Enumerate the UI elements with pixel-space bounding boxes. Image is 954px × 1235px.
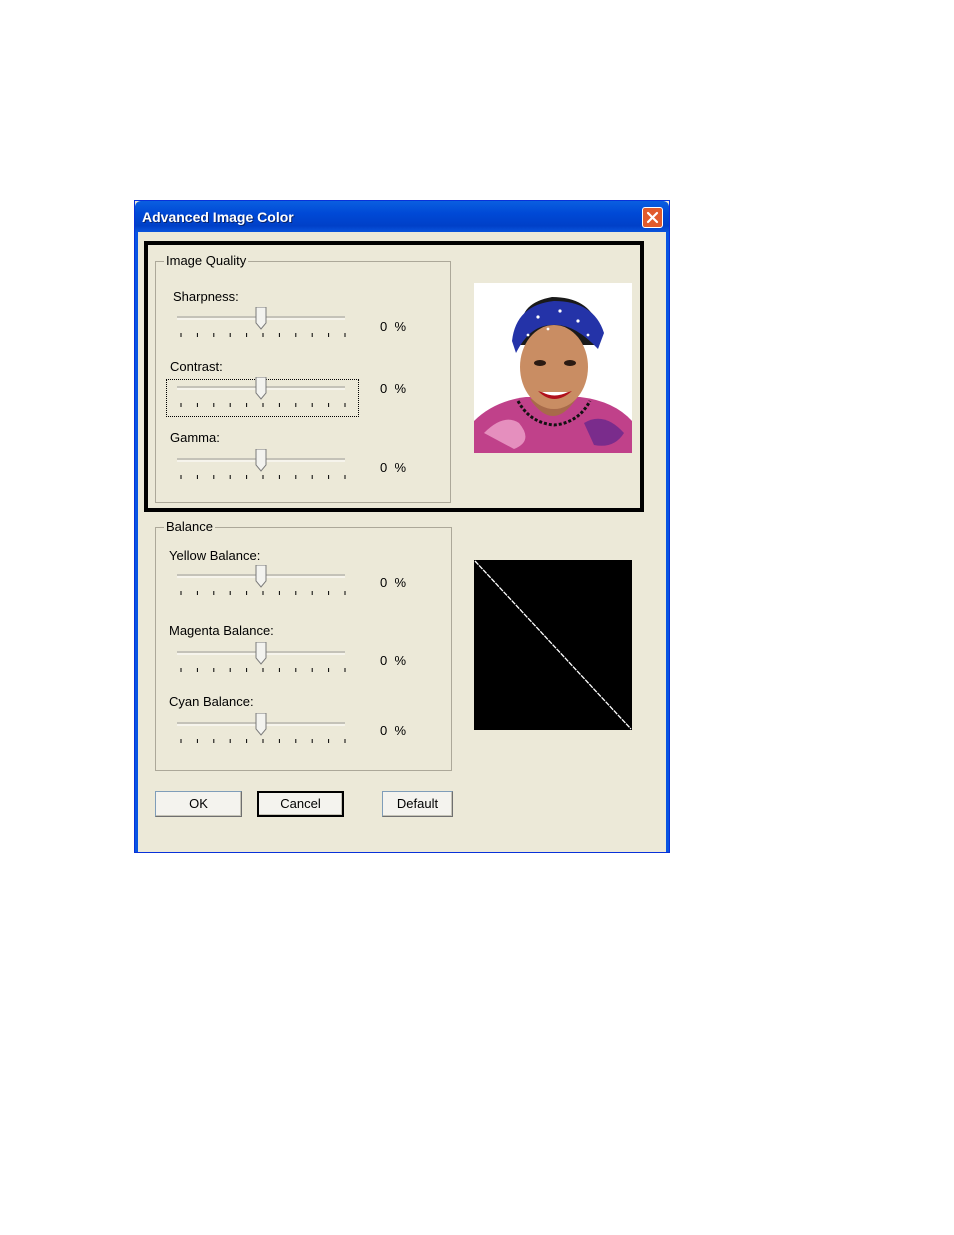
cyan-balance-value: 0 % <box>380 723 407 738</box>
window-border-right <box>666 232 669 852</box>
slider-thumb[interactable] <box>255 712 267 736</box>
advanced-image-color-dialog: Advanced Image Color Image Quality Sharp… <box>134 200 670 853</box>
gamma-slider-track-graphic <box>177 448 346 479</box>
yellow-balance-label: Yellow Balance: <box>169 548 261 563</box>
preview-photo <box>474 283 632 453</box>
close-button[interactable] <box>642 207 663 228</box>
sharpness-slider-track-graphic <box>177 306 346 337</box>
cyan-balance-slider[interactable] <box>173 712 349 747</box>
gamma-value: 0 % <box>380 460 407 475</box>
title-bar[interactable]: Advanced Image Color <box>135 201 669 232</box>
slider-thumb[interactable] <box>255 641 267 665</box>
ok-button[interactable]: OK <box>155 791 242 817</box>
cyan-balance-slider-track-graphic <box>177 712 346 743</box>
cancel-button[interactable]: Cancel <box>257 791 344 817</box>
balance-group-label: Balance <box>164 519 215 534</box>
gamma-label: Gamma: <box>170 430 220 445</box>
slider-thumb[interactable] <box>255 376 267 400</box>
magenta-balance-label: Magenta Balance: <box>169 623 274 638</box>
contrast-label: Contrast: <box>170 359 223 374</box>
balance-curve-preview <box>474 560 632 730</box>
slider-thumb[interactable] <box>255 306 267 330</box>
contrast-slider[interactable] <box>173 376 349 411</box>
sharpness-label: Sharpness: <box>173 289 239 304</box>
contrast-slider-track-graphic <box>177 376 346 407</box>
slider-thumb[interactable] <box>255 564 267 588</box>
magenta-balance-slider[interactable] <box>173 641 349 676</box>
sharpness-value: 0 % <box>380 319 407 334</box>
window-border-left <box>135 232 138 852</box>
yellow-balance-slider-track-graphic <box>177 564 346 595</box>
close-icon <box>646 211 659 224</box>
contrast-value: 0 % <box>380 381 407 396</box>
yellow-balance-value: 0 % <box>380 575 407 590</box>
gamma-slider[interactable] <box>173 448 349 483</box>
cyan-balance-label: Cyan Balance: <box>169 694 254 709</box>
yellow-balance-slider[interactable] <box>173 564 349 599</box>
dialog-title: Advanced Image Color <box>142 209 294 225</box>
image-quality-group-label: Image Quality <box>164 253 249 268</box>
magenta-balance-slider-track-graphic <box>177 641 346 672</box>
sharpness-slider[interactable] <box>173 306 349 341</box>
default-button[interactable]: Default <box>382 791 453 817</box>
slider-thumb[interactable] <box>255 448 267 472</box>
magenta-balance-value: 0 % <box>380 653 407 668</box>
